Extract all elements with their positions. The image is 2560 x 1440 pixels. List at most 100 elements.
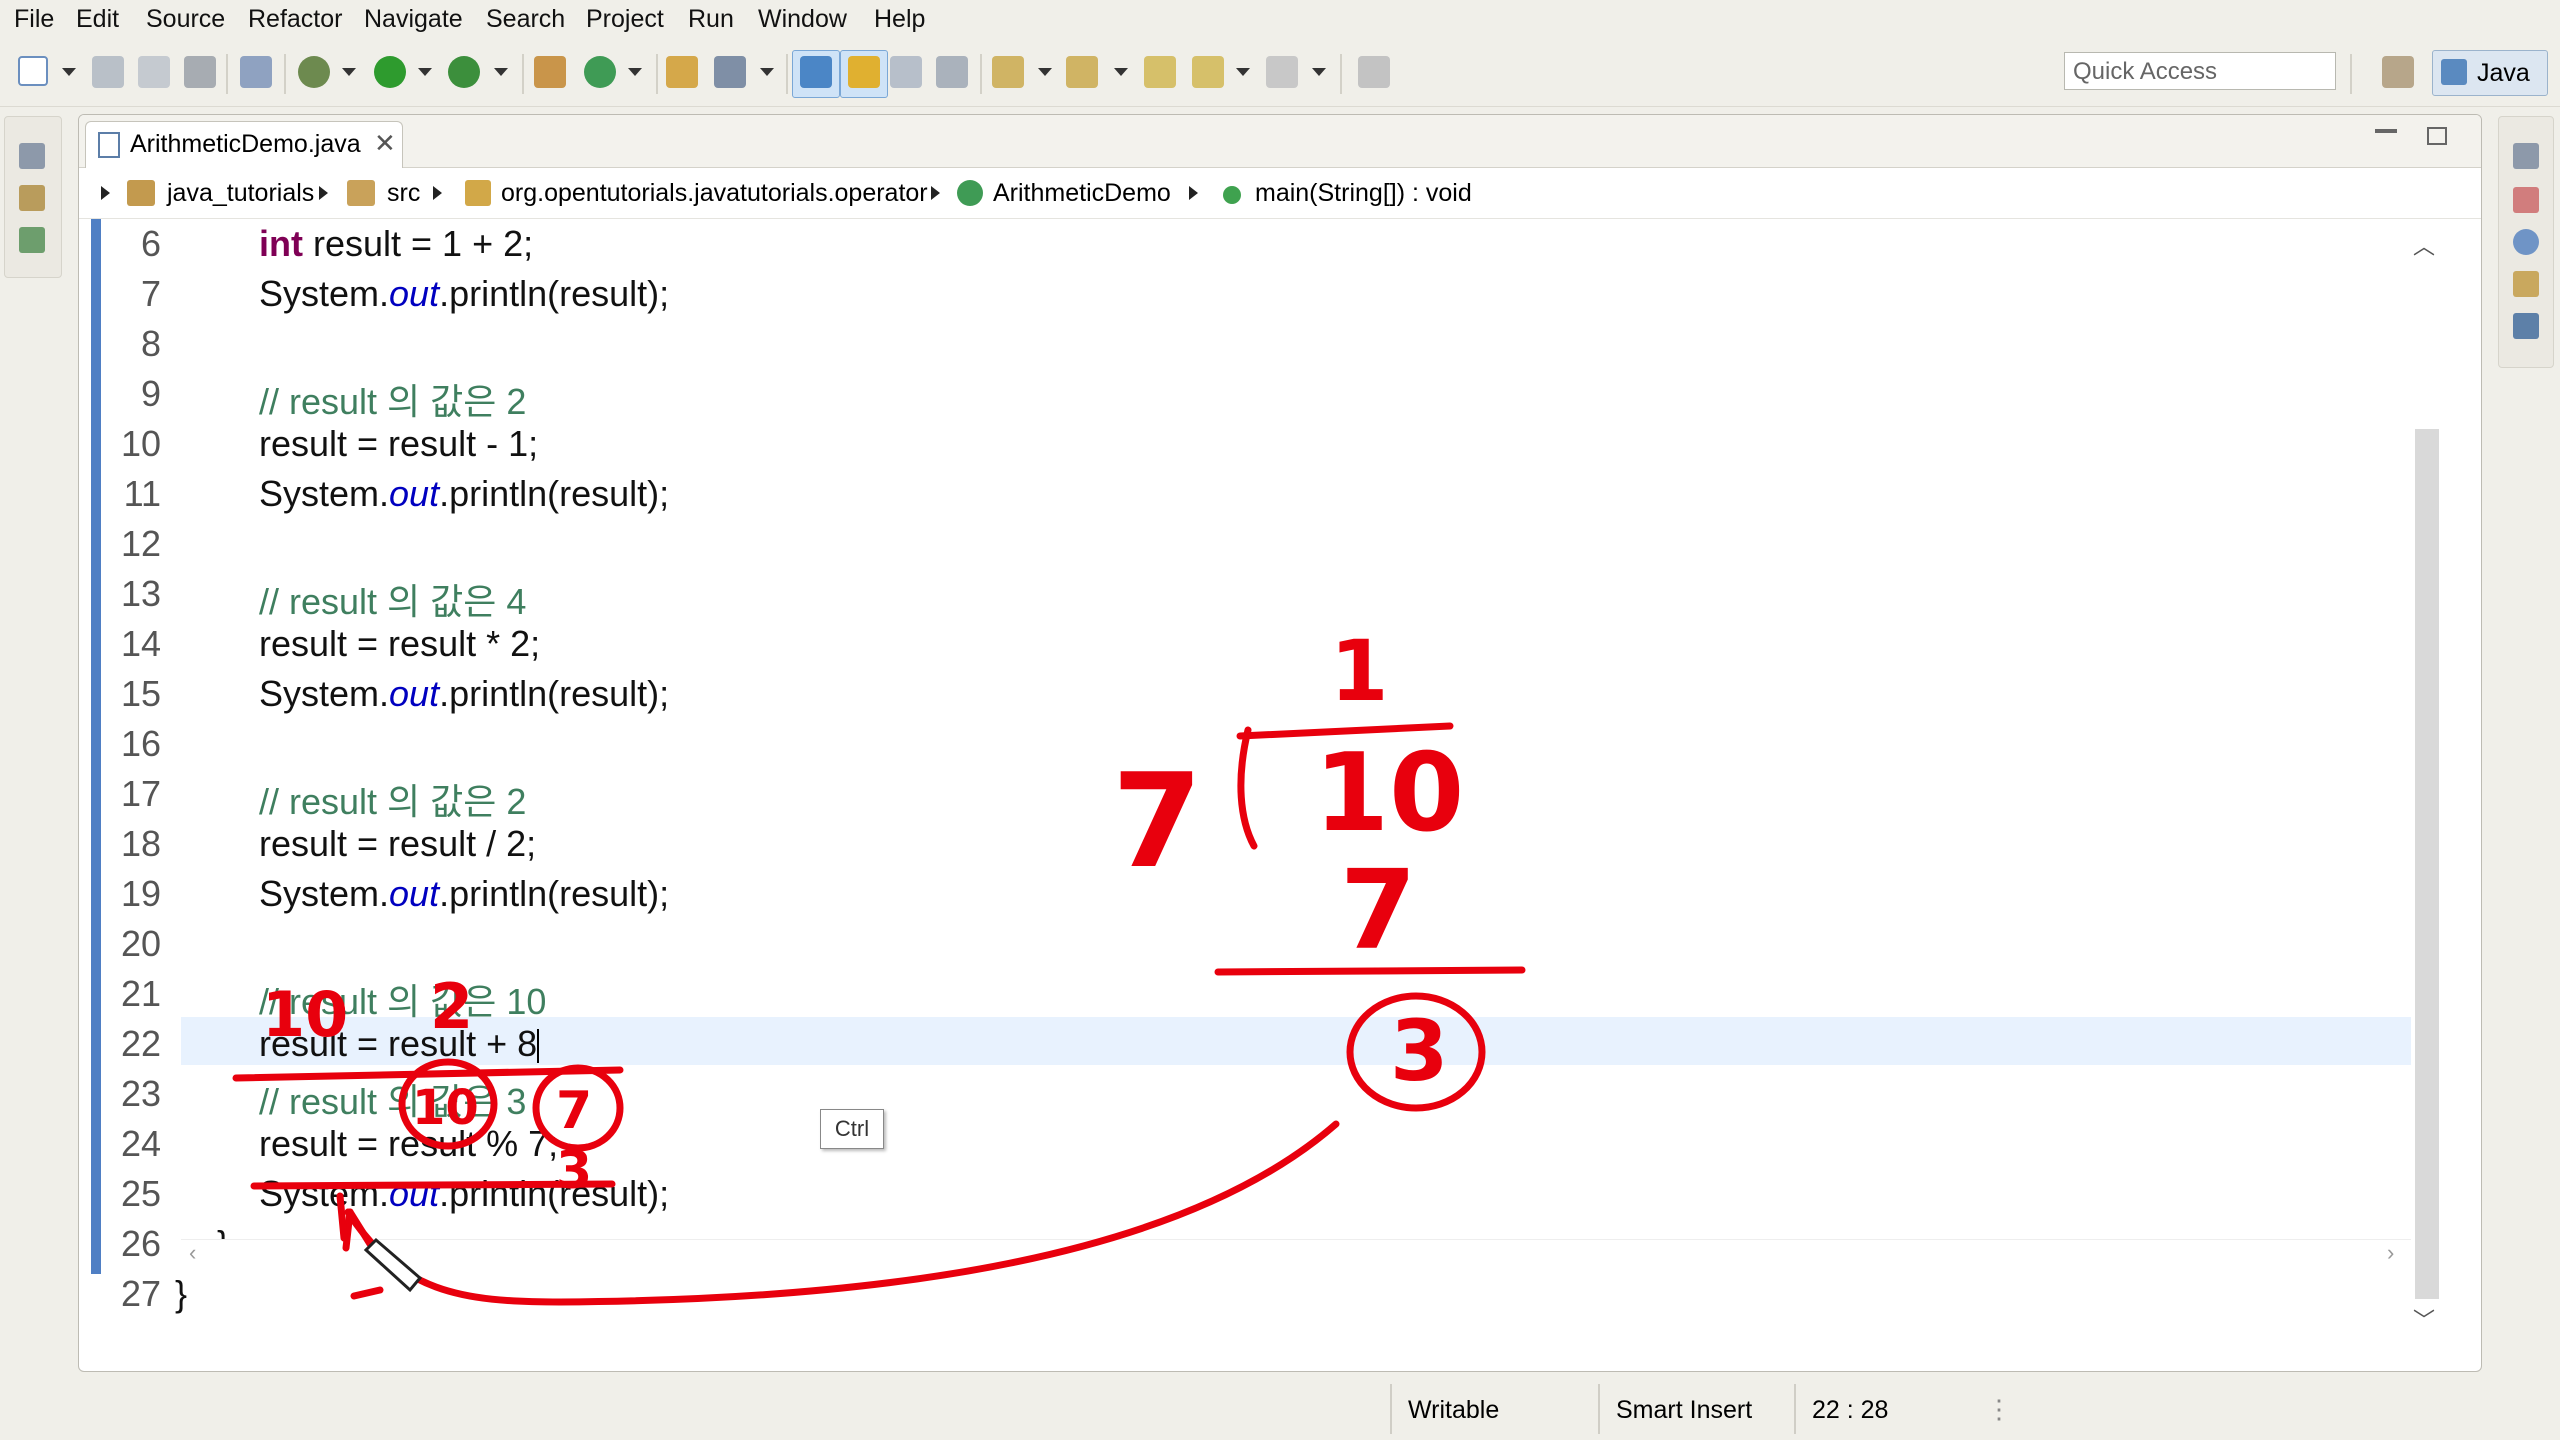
breadcrumb-package[interactable]: org.opentutorials.javatutorials.operator xyxy=(501,168,928,218)
horizontal-scrollbar[interactable]: ‹ › xyxy=(181,1239,2411,1268)
field-token: out xyxy=(389,273,440,314)
type-hierarchy-icon[interactable] xyxy=(19,227,45,253)
code-line[interactable]: result = result - 1; xyxy=(259,423,538,465)
chevron-down-icon[interactable] xyxy=(342,68,356,76)
skip-breakpoints-icon[interactable] xyxy=(240,56,272,88)
minimize-icon[interactable] xyxy=(2375,129,2397,133)
breadcrumb-class[interactable]: ArithmeticDemo xyxy=(993,168,1171,218)
chevron-down-icon[interactable] xyxy=(62,68,76,76)
javadoc-icon[interactable] xyxy=(2513,229,2539,255)
new-file-icon[interactable] xyxy=(18,56,48,86)
search-icon[interactable] xyxy=(714,56,746,88)
code-line[interactable]: System.out.println(result); xyxy=(259,1173,669,1215)
chevron-down-icon[interactable] xyxy=(760,68,774,76)
chevron-down-icon[interactable] xyxy=(1312,68,1326,76)
debug-icon[interactable] xyxy=(298,56,330,88)
chevron-right-icon[interactable] xyxy=(433,186,442,200)
menu-file[interactable]: File xyxy=(14,0,54,38)
toolbar-separator xyxy=(226,54,228,94)
restore-icon[interactable] xyxy=(19,143,45,169)
scroll-down-icon[interactable]: ﹀ xyxy=(2413,1303,2435,1335)
scroll-left-icon[interactable]: ‹ xyxy=(189,1240,196,1266)
vertical-scrollbar-thumb[interactable] xyxy=(2415,429,2439,1299)
code-line[interactable]: } xyxy=(175,1273,187,1315)
chevron-down-icon[interactable] xyxy=(1038,68,1052,76)
scroll-up-icon[interactable]: ︿ xyxy=(2413,229,2435,261)
chevron-down-icon[interactable] xyxy=(1114,68,1128,76)
run-external-icon[interactable] xyxy=(448,56,480,88)
code-line[interactable]: int result = 1 + 2; xyxy=(259,223,533,265)
code-line[interactable]: // result 의 값은 4 xyxy=(259,573,526,625)
code-token: result = result * 2; xyxy=(259,623,541,664)
menu-help[interactable]: Help xyxy=(874,0,925,38)
previous-annotation-icon[interactable] xyxy=(1066,56,1098,88)
java-file-icon xyxy=(98,132,120,158)
chevron-down-icon[interactable] xyxy=(494,68,508,76)
code-line[interactable]: result = result * 2; xyxy=(259,623,540,665)
run-icon[interactable] xyxy=(374,56,406,88)
breadcrumb-project[interactable]: java_tutorials xyxy=(167,168,314,218)
code-line[interactable]: // result 의 값은 10 xyxy=(259,973,546,1025)
quick-access-input[interactable]: Quick Access xyxy=(2064,52,2336,90)
open-perspective-icon[interactable] xyxy=(2382,56,2414,88)
code-line[interactable]: System.out.println(result); xyxy=(259,473,669,515)
menu-project[interactable]: Project xyxy=(586,0,664,38)
java-perspective-button[interactable]: Java xyxy=(2432,50,2548,96)
block-selection-icon[interactable] xyxy=(890,56,922,88)
chevron-down-icon[interactable] xyxy=(628,68,642,76)
status-insert-mode: Smart Insert xyxy=(1616,1396,1753,1424)
forward-icon[interactable] xyxy=(1266,56,1298,88)
menu-source[interactable]: Source xyxy=(146,0,225,38)
show-whitespace-icon[interactable] xyxy=(936,56,968,88)
problems-icon[interactable] xyxy=(2513,187,2539,213)
save-all-icon[interactable] xyxy=(138,56,170,88)
code-line[interactable]: result = result + 8 xyxy=(259,1023,540,1065)
new-java-class-icon[interactable] xyxy=(584,56,616,88)
chevron-down-icon[interactable] xyxy=(418,68,432,76)
console-icon[interactable] xyxy=(2513,313,2539,339)
line-number: 21 xyxy=(120,973,161,1014)
maximize-icon[interactable] xyxy=(2427,127,2447,145)
scroll-right-icon[interactable]: › xyxy=(2387,1240,2394,1266)
chevron-right-icon[interactable] xyxy=(319,186,328,200)
menu-search[interactable]: Search xyxy=(486,0,565,38)
menu-window[interactable]: Window xyxy=(758,0,847,38)
code-line[interactable]: // result 의 값은 2 xyxy=(259,773,526,825)
next-annotation-icon[interactable] xyxy=(992,56,1024,88)
line-number: 25 xyxy=(120,1173,161,1214)
save-icon[interactable] xyxy=(92,56,124,88)
chevron-right-icon[interactable] xyxy=(1189,186,1198,200)
chevron-right-icon[interactable] xyxy=(101,186,110,200)
breadcrumb-method[interactable]: main(String[]) : void xyxy=(1255,168,1472,218)
code-line[interactable]: result = result / 2; xyxy=(259,823,536,865)
package-explorer-icon[interactable] xyxy=(19,185,45,211)
status-drag-handle[interactable]: ⋮ xyxy=(1986,1394,2012,1425)
declaration-icon[interactable] xyxy=(2513,271,2539,297)
open-type-icon[interactable] xyxy=(666,56,698,88)
status-writable: Writable xyxy=(1408,1396,1500,1424)
editor-tab[interactable]: ArithmeticDemo.java ✕ xyxy=(85,121,403,168)
breadcrumb-src[interactable]: src xyxy=(387,168,420,218)
code-line[interactable]: System.out.println(result); xyxy=(259,673,669,715)
code-area[interactable]: 6 int result = 1 + 2; 7 System.out.println(… xyxy=(79,219,2481,1354)
code-line[interactable]: // result 의 값은 2 xyxy=(259,373,526,425)
line-number: 17 xyxy=(120,773,161,814)
menu-run[interactable]: Run xyxy=(688,0,734,38)
code-line[interactable]: System.out.println(result); xyxy=(259,273,669,315)
ruler-indicator xyxy=(91,219,101,1274)
code-line[interactable]: System.out.println(result); xyxy=(259,873,669,915)
menu-navigate[interactable]: Navigate xyxy=(364,0,463,38)
print-icon[interactable] xyxy=(184,56,216,88)
last-edit-location-icon[interactable] xyxy=(1144,56,1176,88)
chevron-down-icon[interactable] xyxy=(1236,68,1250,76)
restore-icon[interactable] xyxy=(2513,143,2539,169)
menu-refactor[interactable]: Refactor xyxy=(248,0,342,38)
menu-edit[interactable]: Edit xyxy=(76,0,119,38)
pin-editor-icon[interactable] xyxy=(1358,56,1390,88)
chevron-right-icon[interactable] xyxy=(931,186,940,200)
code-line[interactable]: // result 의 값은 3 xyxy=(259,1073,526,1125)
code-line[interactable]: result = result % 7; xyxy=(259,1123,558,1165)
close-icon[interactable]: ✕ xyxy=(374,128,396,159)
new-java-package-icon[interactable] xyxy=(534,56,566,88)
back-icon[interactable] xyxy=(1192,56,1224,88)
